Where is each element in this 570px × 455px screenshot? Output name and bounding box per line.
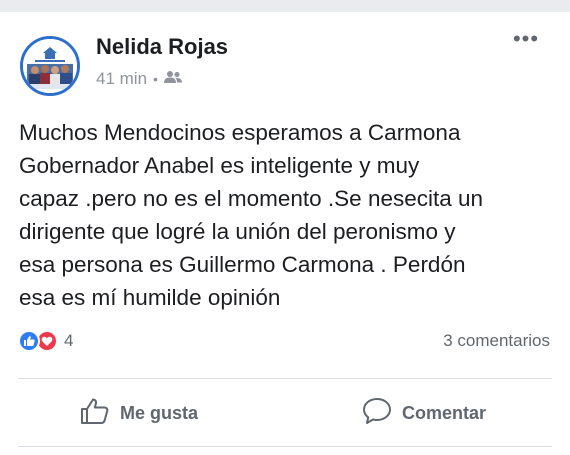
action-bar: Me gusta Comentar [0,379,570,447]
reaction-count: 4 [64,331,74,350]
meta-separator: • [153,71,158,87]
more-options-button[interactable]: ••• [506,28,546,54]
reactions-summary[interactable]: 4 [18,330,73,352]
thumbs-up-icon [80,397,120,430]
like-button[interactable]: Me gusta [80,379,198,447]
post-time[interactable]: 41 min [96,69,147,89]
comments-count-link[interactable]: 3 comentarios [443,331,550,351]
friends-icon [163,69,182,89]
author-name[interactable]: Nelida Rojas [96,34,228,60]
divider [18,446,552,447]
avatar[interactable] [20,36,80,96]
like-button-label: Me gusta [120,402,199,423]
comment-bubble-icon [362,397,402,430]
avatar-image [23,39,77,93]
post-text: Muchos Mendocinos esperamos a Carmona Go… [19,120,484,310]
post-card: Nelida Rojas 41 min • ••• Muchos Mendoci… [0,12,570,455]
comment-button[interactable]: Comentar [362,379,486,447]
like-reaction-icon [18,330,40,352]
post-meta: 41 min • [96,69,182,89]
comment-button-label: Comentar [402,402,487,423]
